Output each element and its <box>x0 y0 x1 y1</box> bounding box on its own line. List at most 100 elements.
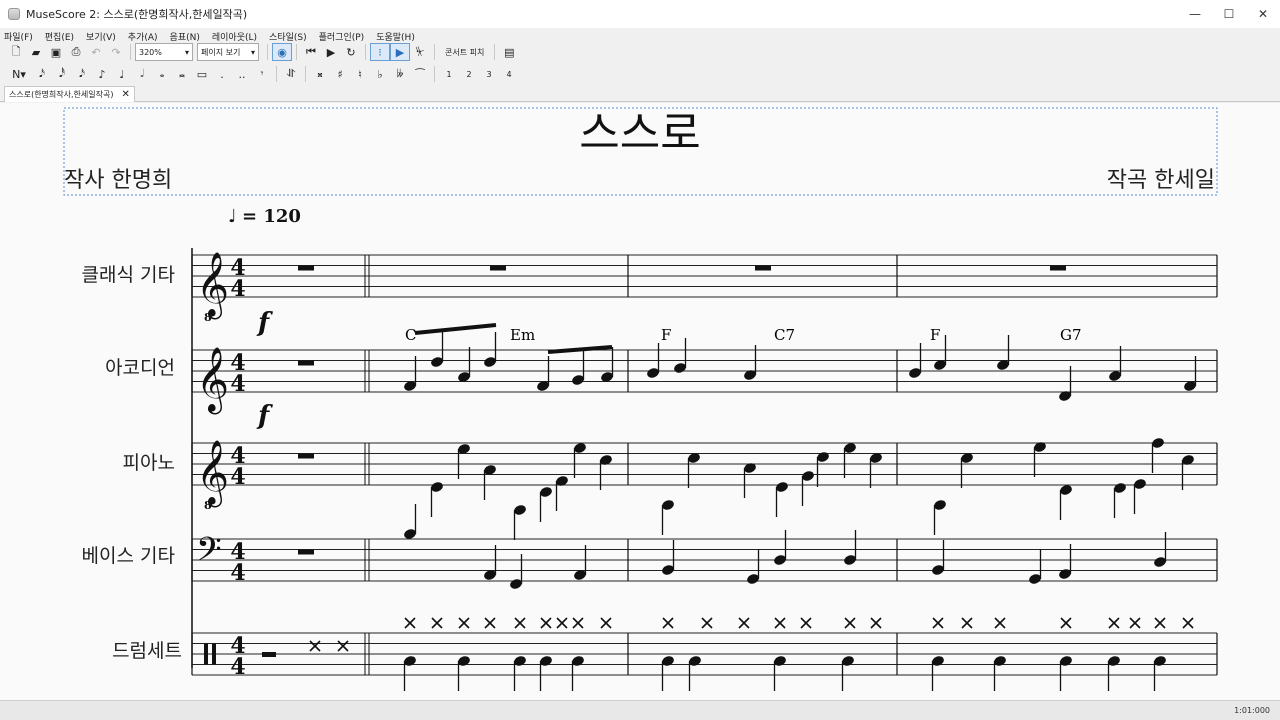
score-canvas[interactable]: 스스로 작사 한명희 작곡 한세일 ♩ = 120 𝄞 8 4 4 𝄞 4 4 𝄞 8 4 4 𝄢 4 4… <box>0 103 1280 700</box>
treble-clef-icon[interactable]: 𝄞 <box>196 347 229 414</box>
close-icon[interactable]: ✕ <box>1246 0 1280 28</box>
score-tab-bar: 스스로(한명희작사,한세일작곡) ✕ <box>0 86 1280 102</box>
tempo-note-icon: ♩ <box>228 206 237 227</box>
chord-symbol[interactable]: Em <box>510 326 535 344</box>
whole-rest[interactable] <box>298 453 314 459</box>
treble-clef-icon[interactable]: 𝄞 <box>196 252 229 319</box>
dynamic-forte[interactable]: f <box>256 308 273 338</box>
whole-rest[interactable] <box>298 265 314 271</box>
natural-icon[interactable]: ♮ <box>350 65 370 83</box>
whole-rest[interactable] <box>298 549 314 555</box>
save-icon[interactable]: ▣ <box>46 43 66 61</box>
chord-symbol[interactable]: F <box>661 326 671 344</box>
score-title[interactable]: 스스로 <box>579 108 700 159</box>
file-toolbar: 🗋 ▰ ▣ ⎙ ↶ ↷ 320% ▾ 페이지 보기 ▾ ◉ ⏮ ▶ ↻ ⁝ ▶ ⏧ … <box>0 41 1280 63</box>
duration-32nd-icon[interactable]: 𝅘𝅥𝅰 <box>52 65 72 83</box>
repeat-playback-icon[interactable]: ⁝ <box>370 43 390 61</box>
time-signature-denominator[interactable]: 4 <box>230 560 245 586</box>
augmentation-dot-icon[interactable]: . <box>212 65 232 83</box>
concert-pitch-toggle[interactable]: 콘서트 피치 <box>445 47 484 58</box>
chord-symbol[interactable]: F <box>930 326 940 344</box>
voice-4-button[interactable]: 4 <box>499 65 519 83</box>
note-input-mode-icon[interactable]: ◉ <box>272 43 292 61</box>
lyricist-text[interactable]: 작사 한명희 <box>64 168 172 193</box>
voice-3-button[interactable]: 3 <box>479 65 499 83</box>
zoom-value: 320% <box>139 47 162 57</box>
voice-1-button[interactable]: 1 <box>439 65 459 83</box>
whole-rest[interactable] <box>298 360 314 366</box>
instrument-name-accordion[interactable]: 아코디언 <box>105 357 175 379</box>
duration-64th-icon[interactable]: 𝅘𝅥𝅯 <box>32 65 52 83</box>
duration-half-icon[interactable]: 𝅗𝅥 <box>132 65 152 83</box>
duration-quarter-icon[interactable]: ♩ <box>112 65 132 83</box>
loop-icon[interactable]: ↻ <box>341 43 361 61</box>
time-signature-denominator[interactable]: 4 <box>230 276 245 302</box>
time-signature-denominator[interactable]: 4 <box>230 371 245 397</box>
score-tab[interactable]: 스스로(한명희작사,한세일작곡) ✕ <box>4 86 135 102</box>
bass-clef-icon[interactable]: 𝄢 <box>196 531 222 577</box>
zoom-select[interactable]: 320% ▾ <box>135 43 193 61</box>
rest-icon[interactable]: 𝄾 <box>252 65 272 83</box>
time-signature-denominator[interactable]: 4 <box>230 654 245 680</box>
new-score-icon[interactable]: 🗋 <box>6 43 26 61</box>
image-capture-icon[interactable]: ▤ <box>499 43 519 61</box>
title-bar: MuseScore 2: 스스로(한명희작사,한세일작곡) — ☐ ✕ <box>0 0 1280 28</box>
pan-score-icon[interactable]: ▶ <box>390 43 410 61</box>
double-dot-icon[interactable]: .. <box>232 65 252 83</box>
instrument-name-bass[interactable]: 베이스 기타 <box>82 545 175 567</box>
rewind-icon[interactable]: ⏮ <box>301 43 321 61</box>
duration-8th-icon[interactable]: ♪ <box>92 65 112 83</box>
duration-whole-icon[interactable]: 𝅝 <box>152 65 172 83</box>
print-icon[interactable]: ⎙ <box>66 43 86 61</box>
voice-2-button[interactable]: 2 <box>459 65 479 83</box>
chevron-down-icon: ▾ <box>184 47 189 57</box>
percussion-clef-icon[interactable] <box>212 643 216 665</box>
tie-icon[interactable]: ⁀ <box>410 65 430 83</box>
open-folder-icon[interactable]: ▰ <box>26 43 46 61</box>
treble-clef-icon[interactable]: 𝄞 <box>196 440 229 507</box>
double-flat-icon[interactable]: 𝄫 <box>390 65 410 83</box>
composer-text[interactable]: 작곡 한세일 <box>1107 168 1215 193</box>
view-mode-select[interactable]: 페이지 보기 ▾ <box>197 43 259 61</box>
tempo-marking[interactable]: = 120 <box>242 206 301 227</box>
duration-breve-icon[interactable]: 𝅜 <box>172 65 192 83</box>
dynamic-forte[interactable]: f <box>256 401 273 431</box>
double-sharp-icon[interactable]: 𝄪 <box>310 65 330 83</box>
note-input-toolbar: N▾ 𝅘𝅥𝅯 𝅘𝅥𝅰 𝅘𝅥𝅯 ♪ ♩ 𝅗𝅥 𝅝 𝅜 ▭ . .. 𝄾 ⥯ 𝄪 ♯… <box>0 63 1280 85</box>
chevron-down-icon: ▾ <box>250 47 255 57</box>
metronome-icon[interactable]: ⏧ <box>410 43 430 61</box>
chord-symbol[interactable]: G7 <box>1060 326 1082 344</box>
octave-8-marker[interactable]: 8 <box>204 499 212 512</box>
chord-symbol[interactable]: C7 <box>774 326 795 344</box>
score-page: 스스로 작사 한명희 작곡 한세일 ♩ = 120 𝄞844𝄞 44𝄞844𝄢 44… <box>63 107 1218 691</box>
duration-16th-icon[interactable]: 𝅘𝅥𝅯 <box>72 65 92 83</box>
instrument-name-drums[interactable]: 드럼세트 <box>112 640 182 662</box>
musescore-app-icon <box>8 8 20 20</box>
beam[interactable] <box>547 345 613 354</box>
whole-rest[interactable] <box>490 265 506 271</box>
play-icon[interactable]: ▶ <box>321 43 341 61</box>
close-tab-icon[interactable]: ✕ <box>121 89 129 100</box>
duration-longa-icon[interactable]: ▭ <box>192 65 212 83</box>
octave-8-marker[interactable]: 8 <box>204 311 212 324</box>
playback-position: 1:01:000 <box>1234 706 1270 715</box>
time-signature-denominator[interactable]: 4 <box>230 464 245 490</box>
instrument-name-guitar[interactable]: 클래식 기타 <box>82 264 175 286</box>
view-mode-value: 페이지 보기 <box>201 47 241 57</box>
beam[interactable] <box>414 323 497 335</box>
chord-symbol[interactable]: C <box>405 326 416 344</box>
maximize-icon[interactable]: ☐ <box>1212 0 1246 28</box>
percussion-clef-icon[interactable] <box>204 643 208 665</box>
flat-icon[interactable]: ♭ <box>370 65 390 83</box>
redo-icon[interactable]: ↷ <box>106 43 126 61</box>
flip-direction-icon[interactable]: ⥯ <box>281 65 301 83</box>
whole-rest[interactable] <box>755 265 771 271</box>
score-tab-label: 스스로(한명희작사,한세일작곡) <box>9 90 114 99</box>
undo-icon[interactable]: ↶ <box>86 43 106 61</box>
instrument-name-piano[interactable]: 피아노 <box>123 452 175 474</box>
half-rest[interactable] <box>262 652 276 657</box>
sharp-icon[interactable]: ♯ <box>330 65 350 83</box>
whole-rest[interactable] <box>1050 265 1066 271</box>
note-input-toggle-icon[interactable]: N▾ <box>6 65 32 83</box>
minimize-icon[interactable]: — <box>1178 0 1212 28</box>
